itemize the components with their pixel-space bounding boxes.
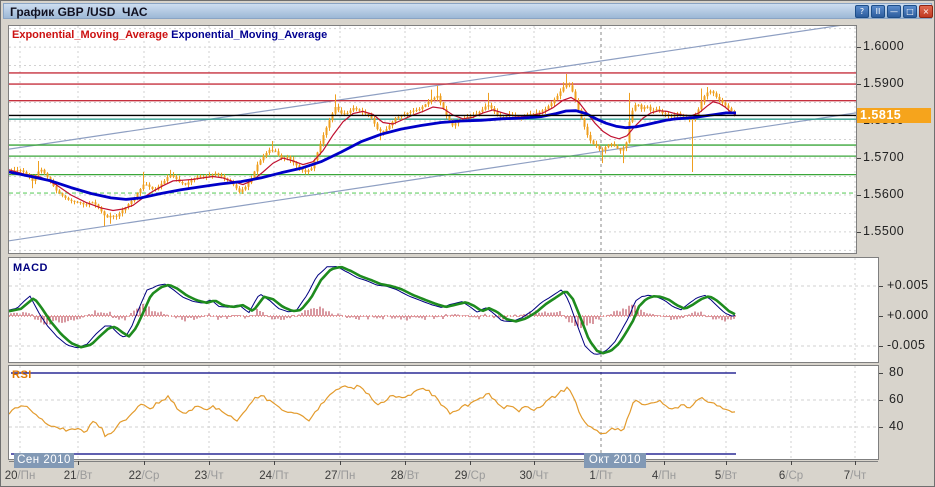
- date-tick-label: 22/Ср: [129, 470, 160, 482]
- help-icon: ?: [860, 7, 864, 16]
- candlestick-series: [11, 74, 736, 226]
- trend-channel-line: [9, 26, 856, 149]
- chart-window: График GBP /USD ЧАС ? II — □ × Exponenti…: [0, 0, 935, 487]
- price-axis-label: 1.5500: [863, 224, 904, 238]
- rsi-axis-label: 40: [889, 419, 904, 433]
- maximize-button[interactable]: □: [903, 5, 917, 18]
- maximize-icon: □: [906, 7, 914, 16]
- date-tick-label: 5/Вт: [715, 470, 737, 482]
- rsi-axis-label: 80: [889, 365, 904, 379]
- date-tick-label: 21/Вт: [64, 470, 93, 482]
- macd-axis-tick: [879, 286, 883, 287]
- chart-legend: Exponential_Moving_Average Exponential_M…: [12, 29, 327, 41]
- minimize-icon: —: [890, 7, 898, 16]
- main-chart-panel[interactable]: [8, 25, 857, 254]
- title-bar[interactable]: График GBP /USD ЧАС ? II — □ ×: [3, 3, 932, 19]
- date-axis-tick: [534, 461, 535, 465]
- date-axis-tick: [274, 461, 275, 465]
- price-axis-tick: [857, 47, 861, 48]
- rsi-axis-label: 60: [889, 392, 904, 406]
- minimize-button[interactable]: —: [887, 5, 901, 18]
- rsi-axis-tick: [879, 400, 883, 401]
- legend-ema-fast: Exponential_Moving_Average: [12, 29, 168, 41]
- macd-label: MACD: [13, 262, 48, 274]
- time-axis-line: [9, 461, 878, 462]
- price-axis-tick: [857, 84, 861, 85]
- date-axis-tick: [209, 461, 210, 465]
- date-axis-tick: [726, 461, 727, 465]
- date-tick-label: 20/Пн: [5, 470, 36, 482]
- date-tick-label: 29/Ср: [455, 470, 486, 482]
- date-axis-tick: [855, 461, 856, 465]
- pause-icon: II: [876, 7, 881, 16]
- date-axis-tick: [405, 461, 406, 465]
- rsi-axis-tick: [879, 373, 883, 374]
- price-axis-tick: [857, 158, 861, 159]
- rsi-panel[interactable]: [8, 365, 879, 460]
- macd-canvas[interactable]: [9, 258, 878, 362]
- rsi-line: [9, 385, 735, 436]
- date-axis-tick: [664, 461, 665, 465]
- current-price-badge: 1.5815: [857, 108, 931, 123]
- macd-axis-tick: [879, 346, 883, 347]
- close-icon: ×: [923, 7, 930, 16]
- macd-axis-label: -0.005: [887, 338, 925, 352]
- help-button[interactable]: ?: [855, 5, 869, 18]
- price-chart-canvas[interactable]: [9, 26, 856, 253]
- date-tick-label: 7/Чт: [844, 470, 867, 482]
- price-axis-label: 1.6000: [863, 39, 904, 53]
- month-badge-oct: Окт 2010: [584, 453, 646, 468]
- date-tick-label: 28/Вт: [391, 470, 420, 482]
- price-axis-tick: [857, 232, 861, 233]
- macd-axis-label: +0.005: [887, 278, 929, 292]
- date-tick-label: 30/Чт: [520, 470, 549, 482]
- price-axis-label: 1.5900: [863, 76, 904, 90]
- date-axis-tick: [791, 461, 792, 465]
- price-axis-tick: [857, 195, 861, 196]
- month-badge-sep: Сен 2010: [14, 453, 74, 468]
- date-axis-tick: [78, 461, 79, 465]
- legend-ema-slow: Exponential_Moving_Average: [171, 29, 327, 41]
- date-tick-label: 6/Ср: [779, 470, 803, 482]
- date-tick-label: 27/Пн: [325, 470, 356, 482]
- macd-axis-tick: [879, 316, 883, 317]
- rsi-axis-tick: [879, 427, 883, 428]
- date-tick-label: 1/Пт: [589, 470, 612, 482]
- trend-channel-line: [9, 113, 856, 241]
- date-axis-tick: [470, 461, 471, 465]
- macd-panel[interactable]: [8, 257, 879, 363]
- date-tick-label: 4/Пн: [652, 470, 676, 482]
- close-button[interactable]: ×: [919, 5, 933, 18]
- date-axis-tick: [340, 461, 341, 465]
- date-tick-label: 24/Пт: [259, 470, 289, 482]
- window-title: График GBP /USD ЧАС: [10, 5, 148, 19]
- price-axis-label: 1.5600: [863, 187, 904, 201]
- date-axis-tick: [144, 461, 145, 465]
- date-tick-label: 23/Чт: [195, 470, 224, 482]
- pause-button[interactable]: II: [871, 5, 885, 18]
- macd-axis-label: +0.000: [887, 308, 929, 322]
- rsi-canvas[interactable]: [9, 366, 878, 459]
- rsi-label: RSI: [12, 369, 32, 381]
- price-axis-label: 1.5700: [863, 150, 904, 164]
